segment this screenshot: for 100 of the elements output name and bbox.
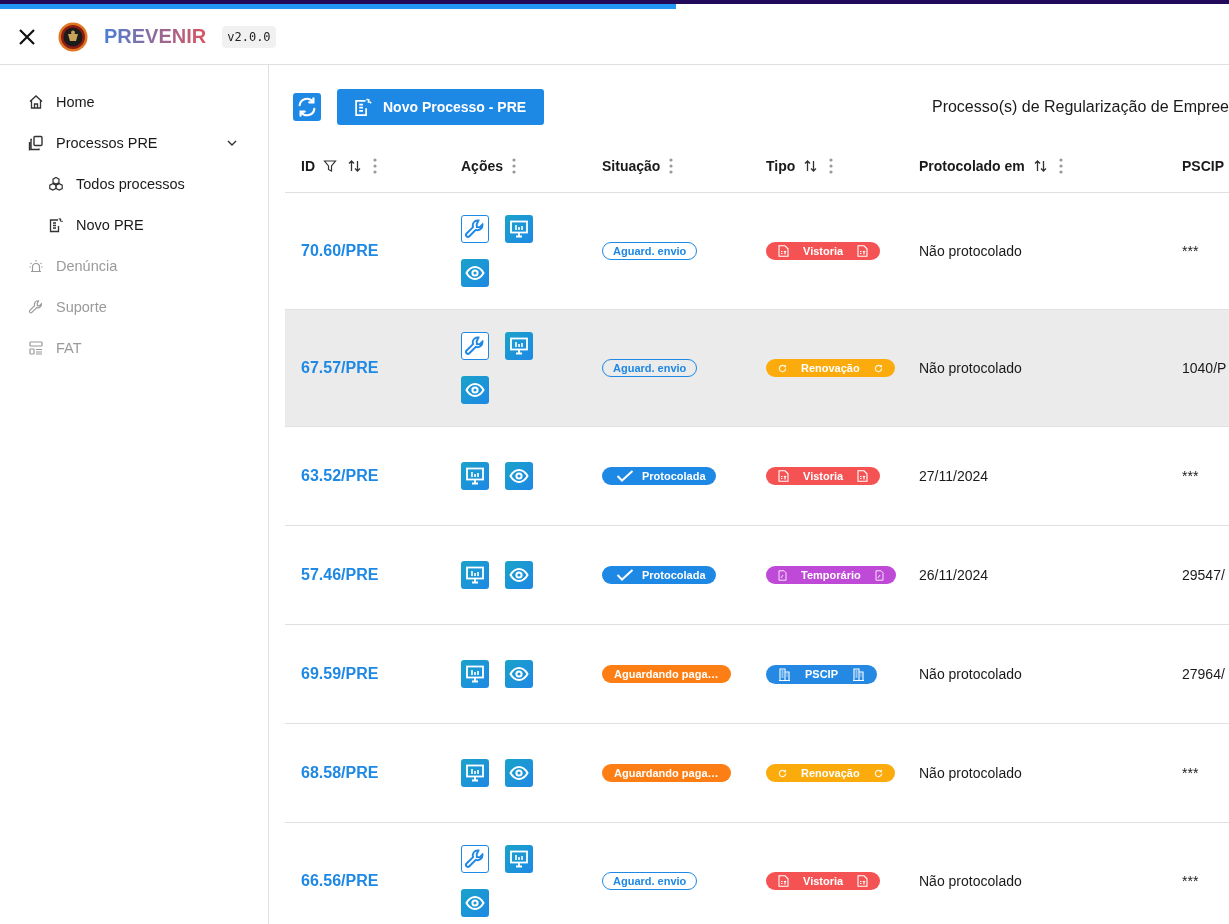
eye-button[interactable] xyxy=(505,660,533,688)
version-label: v2.0.0 xyxy=(222,25,276,48)
wrench-button[interactable] xyxy=(461,845,489,873)
process-id-link[interactable]: 70.60/PRE xyxy=(301,242,379,260)
wrench-button[interactable] xyxy=(461,332,489,360)
new-document-icon xyxy=(353,97,373,117)
filter-icon[interactable] xyxy=(323,159,337,173)
monitor-button[interactable] xyxy=(461,759,489,787)
wrench-button[interactable] xyxy=(461,215,489,243)
column-menu-icon[interactable] xyxy=(668,157,675,175)
refresh-button[interactable] xyxy=(293,93,321,121)
status-badge: Aguardando paga… xyxy=(602,764,731,782)
column-header[interactable]: Situação xyxy=(602,158,661,174)
process-id-link[interactable]: 68.58/PRE xyxy=(301,764,379,782)
pscip-number: *** xyxy=(1182,243,1199,259)
protocol-date: Não protocolado xyxy=(919,873,1022,889)
close-icon[interactable] xyxy=(18,27,36,46)
type-badge: Renovação xyxy=(766,764,895,782)
monitor-button[interactable] xyxy=(461,660,489,688)
home-icon xyxy=(28,93,44,110)
status-badge: Protocolada xyxy=(602,467,716,485)
monitor-chart-icon xyxy=(465,565,485,585)
nav-item[interactable]: Novo PRE xyxy=(0,204,268,245)
monitor-button[interactable] xyxy=(505,845,533,873)
column-menu-icon[interactable] xyxy=(511,157,518,175)
siren-icon xyxy=(28,257,44,274)
column-header[interactable]: Tipo xyxy=(766,158,796,174)
sort-icon[interactable] xyxy=(1032,159,1048,173)
monitor-chart-icon xyxy=(465,763,485,783)
nav-item[interactable]: Home xyxy=(0,81,268,122)
protocol-date: 27/11/2024 xyxy=(919,468,989,484)
column-menu-icon[interactable] xyxy=(372,157,378,175)
eye-button[interactable] xyxy=(505,561,533,589)
pscip-number: 29547/ xyxy=(1182,567,1225,583)
type-badge: Temporário xyxy=(766,566,896,584)
process-id-link[interactable]: 57.46/PRE xyxy=(301,566,379,584)
eye-icon xyxy=(465,380,485,400)
documents-icon xyxy=(28,134,44,151)
pscip-number: *** xyxy=(1182,873,1199,889)
new-process-button[interactable]: Novo Processo - PRE xyxy=(337,89,545,125)
pscip-number: *** xyxy=(1182,468,1199,484)
cubes-icon xyxy=(48,175,64,192)
pscip-number: 27964/ xyxy=(1182,666,1225,682)
eye-icon xyxy=(509,565,529,585)
selected-row[interactable]: 67.57/PRE Aguard. envio Renovação Não protocolado 1040/P xyxy=(285,310,1229,427)
column-header[interactable]: PSCIP xyxy=(1182,158,1224,174)
eye-button[interactable] xyxy=(461,259,489,287)
eye-icon xyxy=(465,893,485,913)
monitor-chart-icon xyxy=(465,466,485,486)
eye-icon xyxy=(465,263,485,283)
wrench-icon xyxy=(28,298,44,315)
eye-button[interactable] xyxy=(461,889,489,917)
protocol-date: Não protocolado xyxy=(919,243,1022,259)
nav-item[interactable]: Todos processos xyxy=(0,163,268,204)
type-badge: Vistoria xyxy=(766,467,881,485)
eye-icon xyxy=(509,763,529,783)
column-menu-icon[interactable] xyxy=(828,157,835,175)
new-document-icon xyxy=(48,216,64,233)
sort-icon[interactable] xyxy=(347,159,362,173)
eye-icon xyxy=(509,664,529,684)
wrench-icon xyxy=(464,218,486,240)
eye-button[interactable] xyxy=(505,462,533,490)
monitor-button[interactable] xyxy=(505,332,533,360)
protocol-date: Não protocolado xyxy=(919,765,1022,781)
column-menu-icon[interactable] xyxy=(1057,157,1064,175)
status-badge: Aguardando paga… xyxy=(602,665,731,683)
column-header[interactable]: Protocolado em xyxy=(919,158,1025,174)
column-header[interactable]: ID xyxy=(301,158,315,174)
process-id-link[interactable]: 66.56/PRE xyxy=(301,872,379,890)
protocol-date: Não protocolado xyxy=(919,666,1022,682)
emblem-logo xyxy=(58,21,88,52)
monitor-button[interactable] xyxy=(505,215,533,243)
monitor-chart-icon xyxy=(509,219,529,239)
status-badge: Protocolada xyxy=(602,566,716,584)
monitor-chart-icon xyxy=(465,664,485,684)
type-badge: Vistoria xyxy=(766,242,881,260)
type-badge: Vistoria xyxy=(766,872,881,890)
monitor-chart-icon xyxy=(509,336,529,356)
type-badge: Renovação xyxy=(766,359,895,377)
page-heading: Processo(s) de Regularização de Empree xyxy=(931,98,1229,116)
monitor-button[interactable] xyxy=(461,561,489,589)
type-badge: PSCIP xyxy=(766,664,877,684)
pscip-number: *** xyxy=(1182,765,1199,781)
sort-icon[interactable] xyxy=(803,159,819,173)
eye-icon xyxy=(509,466,529,486)
column-header[interactable]: Ações xyxy=(461,158,504,174)
monitor-button[interactable] xyxy=(461,462,489,490)
eye-button[interactable] xyxy=(461,376,489,404)
process-id-link[interactable]: 69.59/PRE xyxy=(301,665,379,683)
protocol-date: 26/11/2024 xyxy=(919,567,989,583)
refresh-icon xyxy=(296,96,318,118)
pscip-number: 1040/P xyxy=(1182,360,1227,376)
process-id-link[interactable]: 63.52/PRE xyxy=(301,467,379,485)
wrench-icon xyxy=(464,335,486,357)
form-icon xyxy=(28,339,44,356)
monitor-chart-icon xyxy=(509,849,529,869)
nav-item[interactable]: Processos PRE xyxy=(0,122,268,163)
wrench-icon xyxy=(464,848,486,870)
protocol-date: Não protocolado xyxy=(919,360,1022,376)
eye-button[interactable] xyxy=(505,759,533,787)
